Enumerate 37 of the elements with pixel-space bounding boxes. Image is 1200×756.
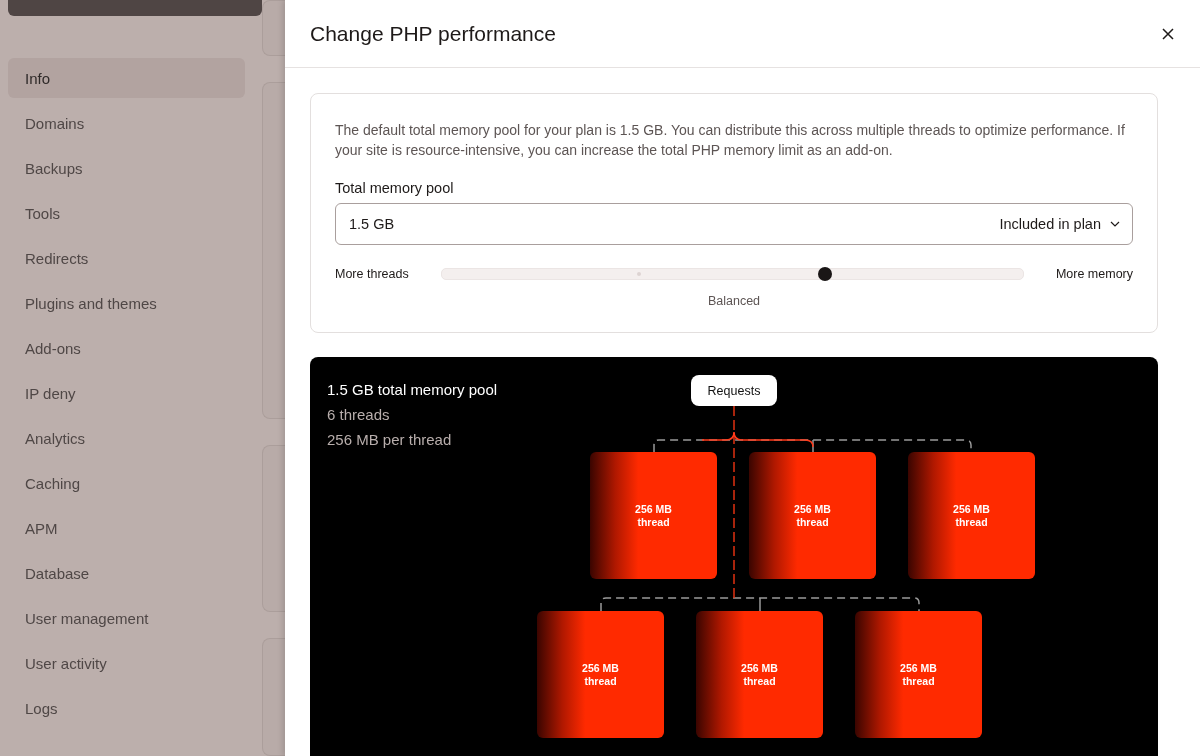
description-text: The default total memory pool for your plan is 1.5 GB. You can distribute this across multiple threads to optimize performance. If your site is resource-intensive, you can increase the total PHP memory limit as an add-on.: [335, 121, 1126, 160]
slider-label: More threads: [335, 267, 409, 281]
sidebar-item[interactable]: Analytics: [8, 418, 245, 458]
thread-node: 256 MB thread: [696, 611, 823, 738]
sidebar-item[interactable]: Redirects: [8, 238, 245, 278]
threads-count: 6 threads: [327, 406, 391, 424]
sidebar-item[interactable]: Logs: [8, 688, 245, 728]
per-thread-text: 256 MB per thread: [327, 431, 453, 449]
modal-title: Change PHP performance: [310, 21, 556, 46]
sidebar-item[interactable]: Plugins and themes: [8, 283, 245, 323]
diagram-heading: 1.5 GB total memory pool: [327, 381, 498, 399]
chevron-down-icon: [1110, 221, 1120, 227]
sidebar-item[interactable]: APM: [8, 508, 245, 548]
thread-node: 256 MB thread: [749, 452, 876, 579]
thread-node: 256 MB thread: [855, 611, 982, 738]
sidebar-item[interactable]: Caching: [8, 463, 245, 503]
close-button[interactable]: [1160, 25, 1176, 42]
sidebar-item[interactable]: Info: [8, 58, 245, 98]
field-label: Total memory pool: [335, 180, 455, 196]
sidebar-item[interactable]: Tools: [8, 193, 245, 233]
sidebar-item[interactable]: Database: [8, 553, 245, 593]
sidebar-item[interactable]: Add-ons: [8, 328, 245, 368]
sidebar-item[interactable]: IP deny: [8, 373, 245, 413]
requests-node: Requests: [691, 375, 777, 406]
sidebar-item[interactable]: User management: [8, 598, 245, 638]
thread-node: 256 MB thread: [590, 452, 717, 579]
close-icon: [1162, 27, 1174, 40]
sidebar-item[interactable]: Domains: [8, 103, 245, 143]
slider-thumb[interactable]: [818, 267, 833, 281]
slider-track[interactable]: [440, 268, 1024, 280]
slider-caption: Balanced: [707, 294, 761, 308]
sidebar-item[interactable]: Backups: [8, 148, 245, 188]
slider-label: More memory: [1055, 267, 1133, 281]
sidebar-item[interactable]: User activity: [8, 643, 245, 683]
memory-pool-select[interactable]: 1.5 GB Included in plan: [335, 203, 1133, 245]
thread-node: 256 MB thread: [537, 611, 664, 738]
thread-node: 256 MB thread: [908, 452, 1035, 579]
